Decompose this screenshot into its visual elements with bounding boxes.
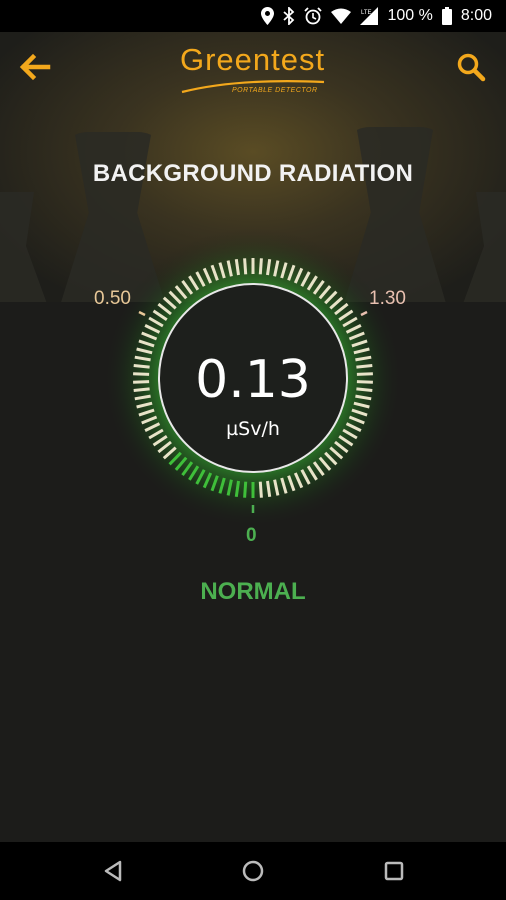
nav-back-button[interactable]	[100, 858, 126, 884]
gauge-tick	[258, 481, 263, 498]
system-nav-bar	[0, 842, 506, 900]
gauge-tick	[243, 258, 248, 275]
gauge-tick	[258, 258, 263, 275]
page-title: BACKGROUND RADIATION	[92, 160, 414, 187]
back-button[interactable]	[18, 52, 54, 88]
radiation-status: NORMAL	[200, 578, 306, 605]
gauge-zero-label: 0	[246, 525, 257, 546]
nav-recents-button[interactable]	[381, 858, 407, 884]
gauge-min-label: 0.50	[94, 288, 131, 309]
lte-signal-icon: LTE	[360, 7, 379, 25]
search-button[interactable]	[456, 52, 492, 88]
back-triangle-icon	[104, 860, 122, 882]
gauge-tick	[243, 481, 248, 498]
location-icon	[261, 7, 275, 25]
nav-home-button[interactable]	[240, 858, 266, 884]
dose-rate-unit: µSv/h	[226, 418, 280, 440]
search-icon	[457, 53, 486, 82]
app-logo: Greentest PORTABLE DETECTOR	[170, 40, 340, 102]
status-bar: LTE 100 % 8:00	[0, 0, 506, 32]
wifi-icon	[331, 8, 352, 24]
battery-icon	[441, 7, 452, 25]
app-bar: Greentest PORTABLE DETECTOR	[0, 32, 506, 108]
recents-square-icon	[384, 861, 404, 881]
gauge-max-label: 1.30	[369, 288, 406, 309]
arrow-left-icon	[19, 53, 51, 81]
alarm-icon	[304, 7, 323, 25]
logo-text: Greentest	[180, 42, 326, 77]
dose-rate-value: 0.13	[195, 350, 311, 410]
home-circle-icon	[242, 860, 264, 882]
svg-text:LTE: LTE	[361, 10, 372, 16]
battery-percent: 100 %	[387, 7, 433, 24]
logo-subtitle: PORTABLE DETECTOR	[232, 87, 318, 94]
bluetooth-icon	[283, 7, 295, 25]
clock-time: 8:00	[460, 7, 492, 24]
